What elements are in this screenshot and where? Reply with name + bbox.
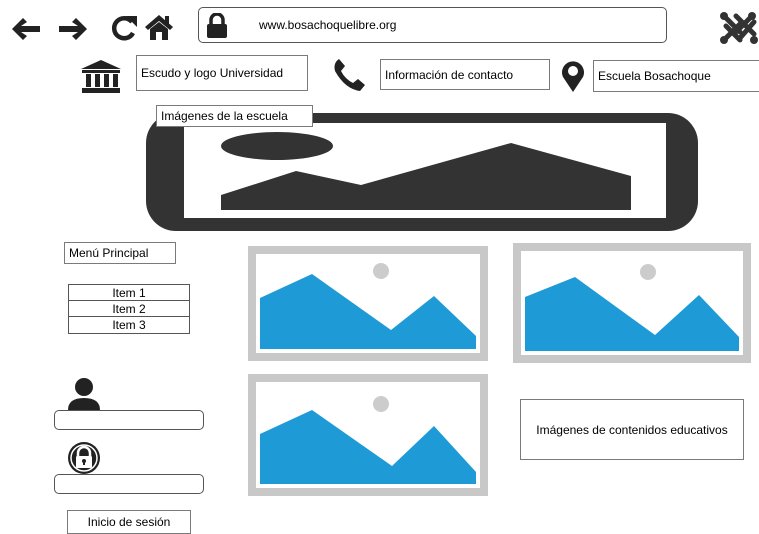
- password-input[interactable]: [54, 474, 204, 494]
- username-input[interactable]: [54, 410, 204, 430]
- address-bar[interactable]: www.bosachoquelibre.org: [198, 7, 667, 43]
- gallery-image-3: [248, 374, 488, 496]
- home-icon[interactable]: [143, 12, 175, 42]
- educational-content-box: Imágenes de contenidos educativos: [520, 399, 744, 460]
- school-location-box: Escuela Bosachoque: [593, 60, 759, 92]
- main-menu-list: Item 1 Item 2 Item 3: [68, 284, 190, 334]
- arrow-right-icon[interactable]: [57, 16, 89, 42]
- url-text: www.bosachoquelibre.org: [259, 18, 397, 32]
- joomla-logo-icon[interactable]: [718, 10, 759, 46]
- lock-icon: [204, 13, 230, 39]
- gallery-image-2: [513, 243, 751, 363]
- login-button[interactable]: Inicio de sesión: [67, 510, 191, 534]
- arrow-left-icon[interactable]: [10, 16, 42, 42]
- menu-item[interactable]: Item 3: [69, 317, 189, 333]
- school-image-banner: [146, 113, 698, 236]
- reload-icon[interactable]: [109, 13, 139, 43]
- menu-item[interactable]: Item 1: [69, 285, 189, 301]
- user-icon: [66, 377, 102, 411]
- padlock-icon: [67, 441, 101, 475]
- gallery-image-1: [248, 246, 488, 361]
- menu-item[interactable]: Item 2: [69, 301, 189, 317]
- school-images-label: Imágenes de la escuela: [156, 105, 313, 127]
- contact-info-box: Información de contacto: [380, 59, 550, 90]
- institution-icon: [79, 58, 123, 94]
- university-logo-placeholder: Escudo y logo Universidad: [136, 55, 308, 91]
- phone-icon: [331, 57, 367, 93]
- main-menu-title: Menú Principal: [64, 242, 176, 264]
- map-pin-icon: [560, 59, 586, 93]
